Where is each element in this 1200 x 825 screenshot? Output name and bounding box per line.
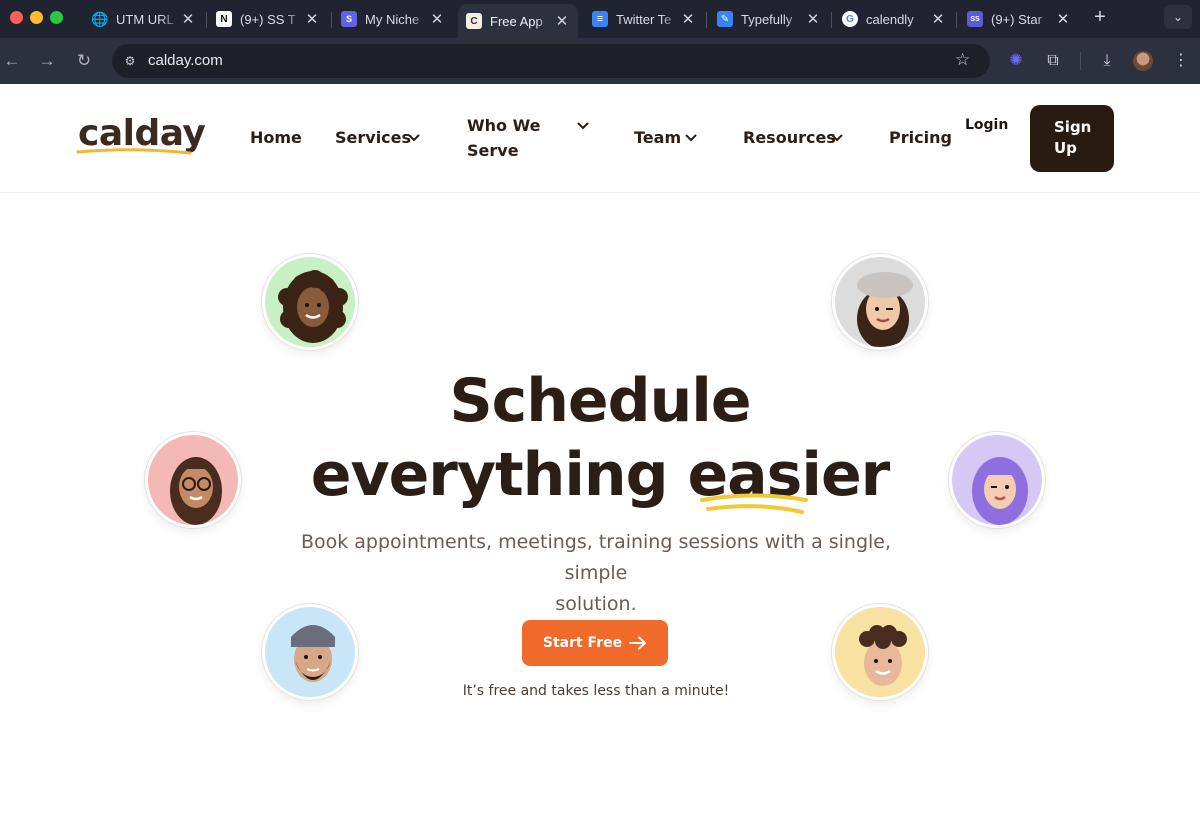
- tab-title: Free App: [490, 13, 543, 29]
- notion-icon: N: [216, 11, 232, 27]
- download-icon[interactable]: ⤓: [1096, 50, 1118, 72]
- nav-services[interactable]: Services: [335, 126, 411, 150]
- hero-subtitle-line2: solution.: [555, 593, 637, 615]
- close-tab-icon[interactable]: ✕: [554, 12, 570, 30]
- close-tab-icon[interactable]: ✕: [180, 10, 196, 28]
- tab-title: calendly: [866, 11, 914, 27]
- google-docs-icon: ≡: [592, 11, 608, 27]
- back-button[interactable]: ←: [1, 50, 23, 72]
- close-tab-icon[interactable]: ✕: [680, 10, 696, 28]
- start-free-label: Start Free: [542, 635, 623, 651]
- chevron-down-icon[interactable]: [408, 134, 420, 142]
- tab-title: Typefully: [741, 11, 793, 27]
- browser-tab[interactable]: S My Niche ✕: [333, 4, 453, 34]
- tab-title: Twitter Te: [616, 11, 672, 27]
- google-icon: G: [842, 11, 858, 27]
- tab-title: My Niche: [365, 11, 420, 27]
- site-settings-icon[interactable]: ⚙: [120, 51, 140, 71]
- cta-note: It’s free and takes less than a minute!: [462, 683, 730, 699]
- profile-avatar[interactable]: [1133, 51, 1153, 71]
- close-tab-icon[interactable]: ✕: [930, 10, 946, 28]
- reload-button[interactable]: ↻: [73, 50, 95, 72]
- browser-tab[interactable]: N (9+) SS T ✕: [208, 4, 328, 34]
- arrow-right-icon: [629, 636, 647, 650]
- browser-tab[interactable]: G calendly ✕: [834, 4, 954, 34]
- logo-underline-swoosh: [76, 148, 192, 155]
- nav-team[interactable]: Team: [634, 126, 681, 150]
- nav-pricing[interactable]: Pricing: [889, 126, 952, 150]
- hero-subtitle: Book appointments, meetings, training se…: [290, 527, 902, 620]
- chevron-down-icon[interactable]: [831, 134, 843, 142]
- tab-title: (9+) SS T: [240, 11, 296, 27]
- hero-headline-word-everything: everything: [310, 440, 688, 510]
- chevron-down-icon[interactable]: [685, 134, 697, 142]
- extensions-puzzle-icon[interactable]: ⧉: [1042, 50, 1064, 72]
- close-tab-icon[interactable]: ✕: [1055, 10, 1071, 28]
- browser-tab[interactable]: ✎ Typefully ✕: [709, 4, 829, 34]
- signup-label-line1: Sign: [1054, 118, 1092, 136]
- browser-tab[interactable]: 🌐 UTM URL ✕: [84, 4, 204, 34]
- typefully-icon: ✎: [717, 11, 733, 27]
- memoji-avatar-beret: [832, 254, 928, 350]
- easier-underline-scribble: [700, 493, 808, 514]
- close-window-button[interactable]: [10, 11, 23, 24]
- url-text[interactable]: calday.com: [148, 52, 223, 69]
- nav-who-we-serve-line2[interactable]: Serve: [467, 139, 519, 163]
- close-tab-icon[interactable]: ✕: [429, 10, 445, 28]
- forward-button[interactable]: →: [36, 50, 58, 72]
- hero-headline-line2: everything easier: [0, 440, 1200, 510]
- globe-icon: 🌐: [91, 10, 109, 27]
- browser-tab[interactable]: SS (9+) Star ✕: [959, 4, 1079, 34]
- tab-title: (9+) Star: [991, 11, 1042, 27]
- stripe-icon: S: [341, 11, 357, 27]
- browser-tab[interactable]: ≡ Twitter Te ✕: [584, 4, 704, 34]
- start-free-button[interactable]: Start Free: [522, 620, 668, 666]
- nav-resources[interactable]: Resources: [743, 126, 836, 150]
- new-tab-button[interactable]: +: [1089, 6, 1111, 28]
- nav-who-we-serve-line1[interactable]: Who We: [467, 114, 541, 138]
- memoji-avatar-curly-hair: [262, 254, 358, 350]
- browser-menu-icon[interactable]: ⋮: [1170, 50, 1192, 72]
- signup-label-line2: Up: [1054, 139, 1077, 157]
- close-tab-icon[interactable]: ✕: [304, 10, 320, 28]
- extension-icon[interactable]: ✺: [1005, 50, 1027, 72]
- starter-story-icon: SS: [967, 11, 983, 27]
- bookmark-star-icon[interactable]: ☆: [955, 50, 970, 70]
- calday-icon: C: [466, 13, 482, 29]
- hero-headline-line1: Schedule: [449, 366, 751, 436]
- nav-home[interactable]: Home: [250, 126, 302, 150]
- browser-tab-bar: 🌐 UTM URL ✕ N (9+) SS T ✕ S My Niche ✕ C…: [0, 0, 1200, 38]
- tab-search-button[interactable]: ⌄: [1164, 5, 1192, 29]
- minimize-window-button[interactable]: [30, 11, 43, 24]
- tab-title: UTM URL: [116, 11, 174, 27]
- chevron-down-icon[interactable]: [577, 122, 589, 130]
- login-link[interactable]: Login: [965, 117, 1008, 133]
- hero-subtitle-line1: Book appointments, meetings, training se…: [300, 531, 892, 584]
- maximize-window-button[interactable]: [50, 11, 63, 24]
- browser-tab-active[interactable]: C Free App ✕: [458, 4, 578, 38]
- signup-button[interactable]: Sign Up: [1030, 105, 1114, 172]
- address-bar[interactable]: [112, 44, 990, 78]
- close-tab-icon[interactable]: ✕: [805, 10, 821, 28]
